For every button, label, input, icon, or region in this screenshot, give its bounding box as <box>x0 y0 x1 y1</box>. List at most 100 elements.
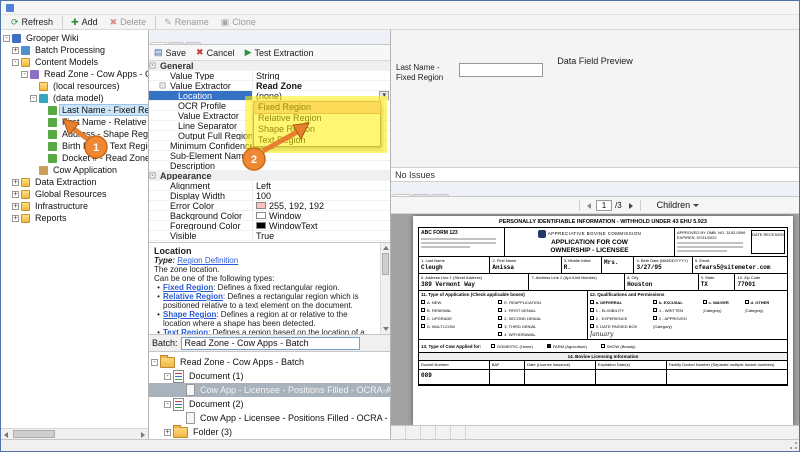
viewer-tab[interactable] <box>393 194 411 196</box>
tree-item[interactable]: + Global Resources <box>1 188 148 200</box>
batch-tree-item[interactable]: + Folder (3) <box>149 425 390 439</box>
tree-item[interactable]: - Content Models <box>1 56 148 68</box>
property-row[interactable]: Foreground Color WindowText <box>149 221 390 231</box>
property-row[interactable]: Alignment Left <box>149 181 390 191</box>
type-link[interactable]: Region Definition <box>177 256 238 265</box>
cancel-button[interactable]: ✖ Cancel <box>196 48 235 58</box>
editor-tab[interactable] <box>168 42 184 44</box>
rename-button[interactable]: ✎ Rename <box>155 16 215 29</box>
flag-icon[interactable] <box>534 199 547 212</box>
batch-tree-item[interactable]: Cow App - Licensee - Positions Filled - … <box>149 411 390 425</box>
children-dropdown[interactable]: Children <box>657 200 700 210</box>
batch-tree-item[interactable]: Cow App - Licensee - Positions Filled - … <box>149 383 390 397</box>
delete-button[interactable]: ✖ Delete <box>104 16 153 29</box>
region-type-link[interactable]: Shape Region <box>163 310 216 319</box>
scroll-thumb[interactable] <box>13 430 55 438</box>
tree-item[interactable]: - Read Zone - Cow Apps - Content Mod <box>1 68 148 80</box>
tree-item[interactable]: Address - Shape Region <box>1 128 148 140</box>
tree-item[interactable]: - (data model) <box>1 92 148 104</box>
scroll-track[interactable] <box>12 429 137 439</box>
property-row[interactable]: Location (none) <box>149 91 390 101</box>
zoom-out-icon[interactable] <box>436 199 449 212</box>
property-expander-icon[interactable]: - <box>150 173 156 179</box>
resize-grip[interactable] <box>789 441 798 450</box>
dropdown-option[interactable]: Relative Region <box>254 113 380 124</box>
batch-open-icon[interactable] <box>375 337 387 349</box>
batch-expander-icon[interactable]: + <box>164 429 171 436</box>
property-row[interactable]: - General <box>149 61 390 71</box>
batch-expander-icon[interactable]: - <box>151 359 158 366</box>
dropdown-option[interactable]: Fixed Region <box>254 102 380 113</box>
tree-item[interactable]: + Reports <box>1 212 148 224</box>
batch-expander-icon[interactable]: - <box>164 373 171 380</box>
region-type-link[interactable]: Fixed Region <box>163 283 213 292</box>
layers-icon[interactable] <box>548 199 561 212</box>
region-type-link[interactable]: Text Region <box>163 328 208 335</box>
batch-tree-item[interactable]: - Document (2) <box>149 397 390 411</box>
viewer-tab[interactable] <box>412 194 430 196</box>
tree-item[interactable]: + Data Extraction <box>1 176 148 188</box>
info-icon[interactable] <box>520 199 533 212</box>
editor-tab[interactable] <box>151 42 167 44</box>
property-row[interactable]: Error Color 255, 192, 192 <box>149 201 390 211</box>
approve-icon[interactable] <box>506 199 519 212</box>
rotate-right-icon[interactable] <box>492 199 505 212</box>
add-button[interactable]: ✚ Add <box>62 16 104 29</box>
editor-tab[interactable] <box>185 42 201 44</box>
batch-selector[interactable]: Read Zone - Cow Apps - Batch <box>181 337 360 350</box>
region-type-link[interactable]: Relative Region <box>163 292 223 301</box>
refresh-button[interactable]: ⟳ Refresh <box>5 16 59 29</box>
property-row[interactable]: Sub-Element Name <box>149 151 390 161</box>
fit-width-icon[interactable] <box>450 199 463 212</box>
tree-item[interactable]: Last Name - Fixed Region <box>1 104 148 116</box>
clone-button[interactable]: ▣ Clone <box>215 16 262 29</box>
next-page-button[interactable] <box>625 200 636 211</box>
tree-item[interactable]: Cow Application <box>1 164 148 176</box>
tree-item[interactable]: + Infrastructure <box>1 200 148 212</box>
tree-item[interactable]: Docket # - Read Zone <box>1 152 148 164</box>
scroll-left-icon[interactable] <box>1 429 12 439</box>
tree-expander-icon[interactable]: - <box>12 59 19 66</box>
batch-expander-icon[interactable]: - <box>164 401 171 408</box>
property-row[interactable]: Display Width 100 <box>149 191 390 201</box>
scroll-right-icon[interactable] <box>137 429 148 439</box>
thumbnails-icon[interactable] <box>562 199 575 212</box>
zone-select-icon[interactable] <box>408 199 421 212</box>
property-row[interactable]: - Value Extractor Read Zone <box>149 81 390 91</box>
help-scroll-thumb[interactable] <box>382 253 389 275</box>
property-expander-icon[interactable]: - <box>150 63 156 69</box>
help-vertical-scrollbar[interactable] <box>380 243 390 334</box>
tree-horizontal-scrollbar[interactable] <box>1 428 148 439</box>
dropdown-option[interactable]: Shape Region <box>254 124 380 135</box>
viewer-tab[interactable] <box>431 194 449 196</box>
zoom-in-icon[interactable] <box>422 199 435 212</box>
dropdown-option[interactable]: Text Region <box>254 135 380 146</box>
tree-expander-icon[interactable]: + <box>12 179 19 186</box>
tree-expander-icon[interactable]: - <box>21 71 28 78</box>
page-number-input[interactable]: 1 <box>596 200 612 211</box>
tree-item[interactable]: + Batch Processing <box>1 44 148 56</box>
property-row[interactable]: - Appearance <box>149 171 390 181</box>
save-button[interactable]: ▤ Save <box>154 48 186 58</box>
preview-field-input[interactable] <box>459 63 543 77</box>
tree-expander-icon[interactable]: + <box>12 191 19 198</box>
fit-page-icon[interactable] <box>464 199 477 212</box>
tree-expander-icon[interactable]: - <box>3 35 10 42</box>
batch-tree-item[interactable]: - Document (1) <box>149 369 390 383</box>
rotate-left-icon[interactable] <box>478 199 491 212</box>
tree-expander-icon[interactable]: + <box>12 203 19 210</box>
tree-item[interactable]: - Grooper Wiki <box>1 32 148 44</box>
property-row[interactable]: Background Color Window <box>149 211 390 221</box>
batch-grid-view-icon[interactable] <box>363 337 375 349</box>
tree-expander-icon[interactable]: + <box>12 47 19 54</box>
previous-page-button[interactable] <box>584 200 595 211</box>
property-expander-icon[interactable]: - <box>160 83 166 89</box>
document-page[interactable]: PERSONALLY IDENTIFIABLE INFORMATION - WI… <box>413 216 793 425</box>
property-row[interactable]: Value Type String <box>149 71 390 81</box>
property-row[interactable]: Description <box>149 161 390 171</box>
select-cursor-icon[interactable] <box>394 199 407 212</box>
test-extraction-button[interactable]: ▶ Test Extraction <box>245 48 314 58</box>
tree-item[interactable]: (local resources) <box>1 80 148 92</box>
property-row[interactable]: Visible True <box>149 231 390 241</box>
tree-expander-icon[interactable]: + <box>12 215 19 222</box>
